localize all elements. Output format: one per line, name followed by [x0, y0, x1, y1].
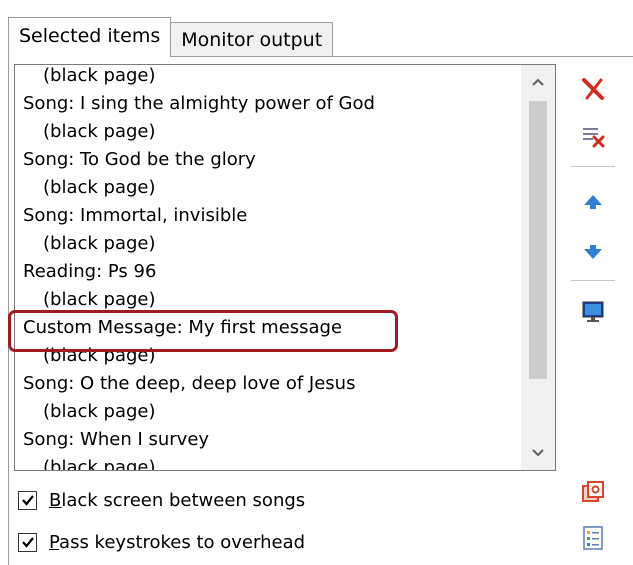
list-item[interactable]: (black page) — [23, 398, 523, 426]
tab-strip: Selected items Monitor output — [8, 16, 334, 57]
chevron-up-icon — [532, 78, 544, 86]
list-item[interactable]: (black page) — [23, 342, 523, 370]
list-item[interactable]: Song: Immortal, invisible — [23, 202, 523, 230]
move-down-button[interactable] — [577, 236, 609, 268]
chevron-down-icon — [532, 449, 544, 457]
list-properties-icon — [583, 526, 603, 550]
list-item[interactable]: Reading: Ps 96 — [23, 258, 523, 286]
pass-keystrokes-option[interactable]: Pass keystrokes to overhead — [18, 528, 305, 556]
tab-selected-items[interactable]: Selected items — [8, 17, 172, 57]
black-screen-label: Black screen between songs — [49, 489, 306, 511]
vertical-scrollbar[interactable] — [521, 65, 555, 470]
list-item[interactable]: (black page) — [23, 454, 523, 470]
pass-keystrokes-checkbox[interactable] — [18, 532, 37, 552]
delete-icon — [582, 78, 604, 100]
monitor-icon — [582, 301, 604, 322]
list-properties-button[interactable] — [577, 522, 609, 554]
remove-item-button[interactable] — [577, 73, 609, 105]
black-screen-checkbox[interactable] — [18, 490, 37, 510]
list-item[interactable]: Song: When I survey — [23, 426, 523, 454]
list-item[interactable]: (black page) — [23, 65, 523, 90]
move-up-button[interactable] — [577, 186, 609, 218]
list-item[interactable]: Song: I sing the almighty power of God — [23, 90, 523, 118]
list-item[interactable]: Custom Message: My first message — [23, 314, 523, 342]
list-item[interactable]: (black page) — [23, 174, 523, 202]
pass-keystrokes-label: Pass keystrokes to overhead — [49, 531, 306, 553]
show-on-monitor-button[interactable] — [577, 296, 609, 328]
scroll-down-button[interactable] — [521, 436, 555, 470]
selected-items-list[interactable]: (black page) Song: I sing the almighty po… — [14, 64, 556, 471]
move-up-icon — [584, 195, 602, 209]
list-item[interactable]: (black page) — [23, 286, 523, 314]
checkmark-icon — [21, 495, 34, 506]
list-item[interactable]: Song: O the deep, deep love of Jesus — [23, 370, 523, 398]
scroll-up-button[interactable] — [521, 65, 555, 99]
scroll-thumb[interactable] — [529, 101, 547, 379]
move-down-icon — [584, 245, 602, 259]
list-rows: (black page) Song: I sing the almighty po… — [23, 65, 523, 470]
presentation-button[interactable] — [577, 476, 609, 508]
black-screen-option[interactable]: Black screen between songs — [18, 486, 305, 514]
presentation-icon — [582, 481, 604, 502]
list-item[interactable]: (black page) — [23, 230, 523, 258]
list-item[interactable]: (black page) — [23, 118, 523, 146]
clear-list-icon — [583, 128, 605, 148]
toolbar-divider — [571, 166, 615, 167]
tab-monitor-output[interactable]: Monitor output — [171, 22, 334, 56]
clear-list-button[interactable] — [577, 120, 609, 152]
checkmark-icon — [21, 537, 34, 548]
list-item[interactable]: Song: To God be the glory — [23, 146, 523, 174]
toolbar-divider-2 — [571, 280, 615, 281]
